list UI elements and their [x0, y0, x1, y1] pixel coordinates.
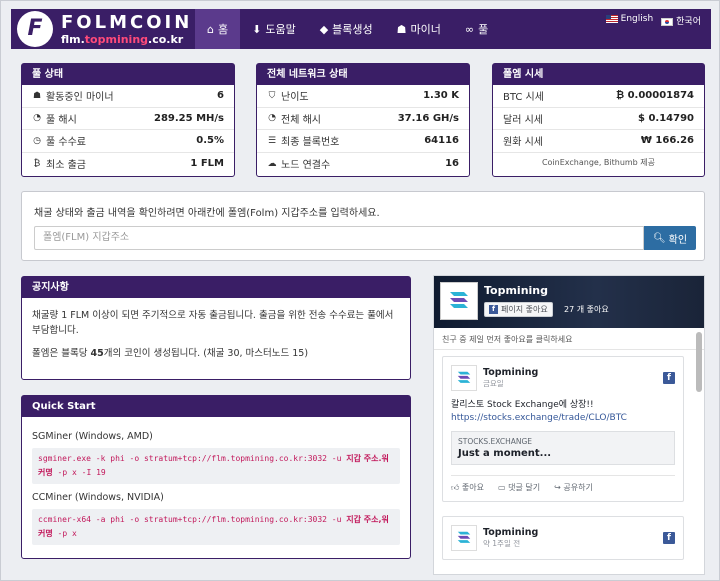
confirm-button[interactable]: 🔍︎ 확인	[644, 226, 696, 250]
price-row: BTC 시세 ₿ 0.00001874	[493, 85, 704, 108]
nav-miners[interactable]: ☗ 마이너	[385, 9, 453, 49]
fb-post-text: 칼리스토 Stock Exchange에 상장!! https://stocks…	[451, 399, 675, 425]
facebook-page-widget: Topmining f 페이지 좋아요 27 개 좋아요 친구 중 제일 먼저 좋…	[433, 275, 705, 575]
brand-logo[interactable]: F FOLMCOIN flm.topmining.co.kr	[11, 9, 195, 49]
fb-post-author[interactable]: Topmining	[483, 367, 538, 378]
stat-row: ◔ 풀 해시 289.25 MH/s	[22, 108, 234, 130]
lang-english[interactable]: English	[605, 14, 653, 24]
bitcoin-icon: ₿	[33, 159, 41, 170]
top-navbar: F FOLMCOIN flm.topmining.co.kr ⌂ 홈 ⬇ 도움말 ◆…	[11, 9, 711, 49]
us-flag-icon	[605, 14, 618, 23]
panel-title: 전체 네트워크 상태	[257, 64, 469, 85]
price-row: 달러 시세 $ 0.14790	[493, 108, 704, 130]
fb-like-page-button[interactable]: f 페이지 좋아요	[484, 302, 553, 317]
folmcoin-logo-icon: F	[17, 11, 53, 47]
nav-help[interactable]: ⬇ 도움말	[240, 9, 308, 49]
clock-icon: ◷	[33, 135, 41, 146]
wallet-address-input[interactable]: 폴엠(FLM) 지갑주소	[34, 226, 644, 250]
stat-row: ◷ 풀 수수료 0.5%	[22, 130, 234, 153]
nav-pool[interactable]: ∞ 풀	[453, 9, 500, 49]
topmining-logo-icon[interactable]	[440, 282, 478, 320]
panel-title: 폴엠 시세	[493, 64, 704, 85]
fb-share-action[interactable]: ↪ 공유하기	[554, 482, 593, 493]
stat-row: ☁ 노드 연결수 16	[267, 158, 460, 172]
notice-text: 채굴량 1 FLM 이상이 되면 주기적으로 자동 출금됩니다. 출금을 위한 …	[32, 310, 394, 336]
topmining-avatar-icon[interactable]	[451, 525, 477, 551]
list-icon: ☰	[267, 135, 277, 146]
link-icon: ∞	[464, 22, 475, 36]
share-icon: ↪	[554, 483, 561, 492]
users-icon: ☗	[32, 90, 42, 101]
search-icon: 🔍︎	[652, 232, 666, 244]
pool-status-panel: 풀 상태 ☗ 활동중인 마이너 6 ◔ 풀 해시 289.25 MH/s ◷ 풀 수수료 0…	[21, 63, 235, 177]
nav-blocks[interactable]: ◆ 블록생성	[308, 9, 385, 49]
fb-like-action[interactable]: 👍︎ 좋아요	[451, 482, 484, 493]
fb-like-count: 27 개 좋아요	[564, 305, 609, 314]
ccminer-command[interactable]: ccminer-x64 -a phi -o stratum+tcp://flm.…	[32, 509, 400, 545]
tachometer-icon: ◔	[33, 113, 41, 124]
price-source-note: CoinExchange, Bithumb 제공	[541, 157, 656, 167]
fb-post: Topmining 금요일 f 칼리스토 Stock Exchange에 상장!…	[442, 356, 684, 502]
sgminer-title: SGMiner (Windows, AMD)	[32, 431, 153, 442]
fb-post-time[interactable]: 금요일	[483, 378, 538, 389]
fb-page-name[interactable]: Topmining	[484, 284, 548, 297]
panel-title: 공지사항	[22, 277, 410, 298]
fb-post-link[interactable]: https://stocks.exchange/trade/CLO/BTC	[451, 412, 675, 425]
fb-hint: 친구 중 제일 먼저 좋아요를 클릭하세요	[434, 328, 704, 350]
notice-text: 폴엠은 블록당 45개의 코인이 생성됩니다. (채굴 30, 마스터노드 15…	[32, 348, 309, 359]
brand-domain: flm.topmining.co.kr	[61, 32, 184, 46]
home-icon: ⌂	[207, 22, 214, 36]
stat-row: ☗ 활동중인 마이너 6	[22, 85, 234, 108]
fb-post-author[interactable]: Topmining	[483, 527, 538, 538]
sgminer-command[interactable]: sgminer.exe -k phi -o stratum+tcp://flm.…	[32, 448, 400, 484]
comment-icon: ▭	[498, 483, 506, 492]
fb-comment-action[interactable]: ▭ 댓글 달기	[498, 482, 540, 493]
users-icon: ☗	[396, 22, 407, 36]
download-icon: ⬇	[252, 22, 262, 36]
quick-start-panel: Quick Start SGMiner (Windows, AMD) sgmin…	[21, 395, 411, 559]
kr-flag-icon	[661, 17, 674, 26]
panel-title: Quick Start	[22, 396, 410, 417]
price-row: 원화 시세 ₩ 166.26	[493, 130, 704, 153]
nav-home[interactable]: ⌂ 홈	[195, 9, 241, 49]
language-switcher: English 한국어	[605, 9, 711, 49]
fb-post-actions: 👍︎ 좋아요 ▭ 댓글 달기 ↪ 공유하기	[451, 475, 675, 493]
ccminer-title: CCMiner (Windows, NVIDIA)	[32, 492, 164, 503]
wallet-lookup-message: 채굴 상태와 출금 내역을 확인하려면 아래칸에 폴엠(Folm) 지갑주소를 …	[34, 208, 380, 219]
stat-row: ₿ 최소 출금 1 FLM	[33, 158, 224, 172]
lang-korean[interactable]: 한국어	[661, 14, 701, 27]
panel-title: 풀 상태	[22, 64, 234, 85]
page: F FOLMCOIN flm.topmining.co.kr ⌂ 홈 ⬇ 도움말 ◆…	[0, 0, 720, 581]
fb-post: Topmining 약 1주일 전 f	[442, 516, 684, 560]
thumbs-up-icon: 👍︎	[451, 483, 460, 492]
fb-post-time[interactable]: 약 1주일 전	[483, 538, 538, 549]
notice-panel: 공지사항 채굴량 1 FLM 이상이 되면 주기적으로 자동 출금됩니다. 출금…	[21, 276, 411, 380]
facebook-icon[interactable]: f	[663, 532, 675, 544]
wallet-lookup-box: 채굴 상태와 출금 내역을 확인하려면 아래칸에 폴엠(Folm) 지갑주소를 …	[21, 191, 705, 261]
fb-cover: Topmining f 페이지 좋아요 27 개 좋아요	[434, 276, 704, 328]
facebook-icon: f	[489, 305, 498, 314]
cubes-icon: ◆	[319, 22, 329, 36]
market-price-panel: 폴엠 시세 BTC 시세 ₿ 0.00001874 달러 시세 $ 0.14790 …	[492, 63, 705, 177]
brand-name: FOLMCOIN	[61, 11, 193, 33]
cloud-icon: ☁	[267, 158, 277, 169]
fb-scrollbar[interactable]	[696, 332, 702, 392]
fb-link-card[interactable]: STOCKS.EXCHANGE Just a moment...	[451, 431, 675, 465]
tachometer-icon: ◔	[268, 113, 276, 124]
stat-row: ⛉ 난이도 1.30 K	[257, 85, 469, 108]
shield-icon: ⛉	[268, 90, 276, 101]
topmining-avatar-icon[interactable]	[451, 365, 477, 391]
stat-row: ◔ 전체 해시 37.16 GH/s	[257, 108, 469, 130]
network-status-panel: 전체 네트워크 상태 ⛉ 난이도 1.30 K ◔ 전체 해시 37.16 GH/s ☰…	[256, 63, 470, 177]
stat-row: ☰ 최종 블록번호 64116	[257, 130, 469, 153]
facebook-icon[interactable]: f	[663, 372, 675, 384]
